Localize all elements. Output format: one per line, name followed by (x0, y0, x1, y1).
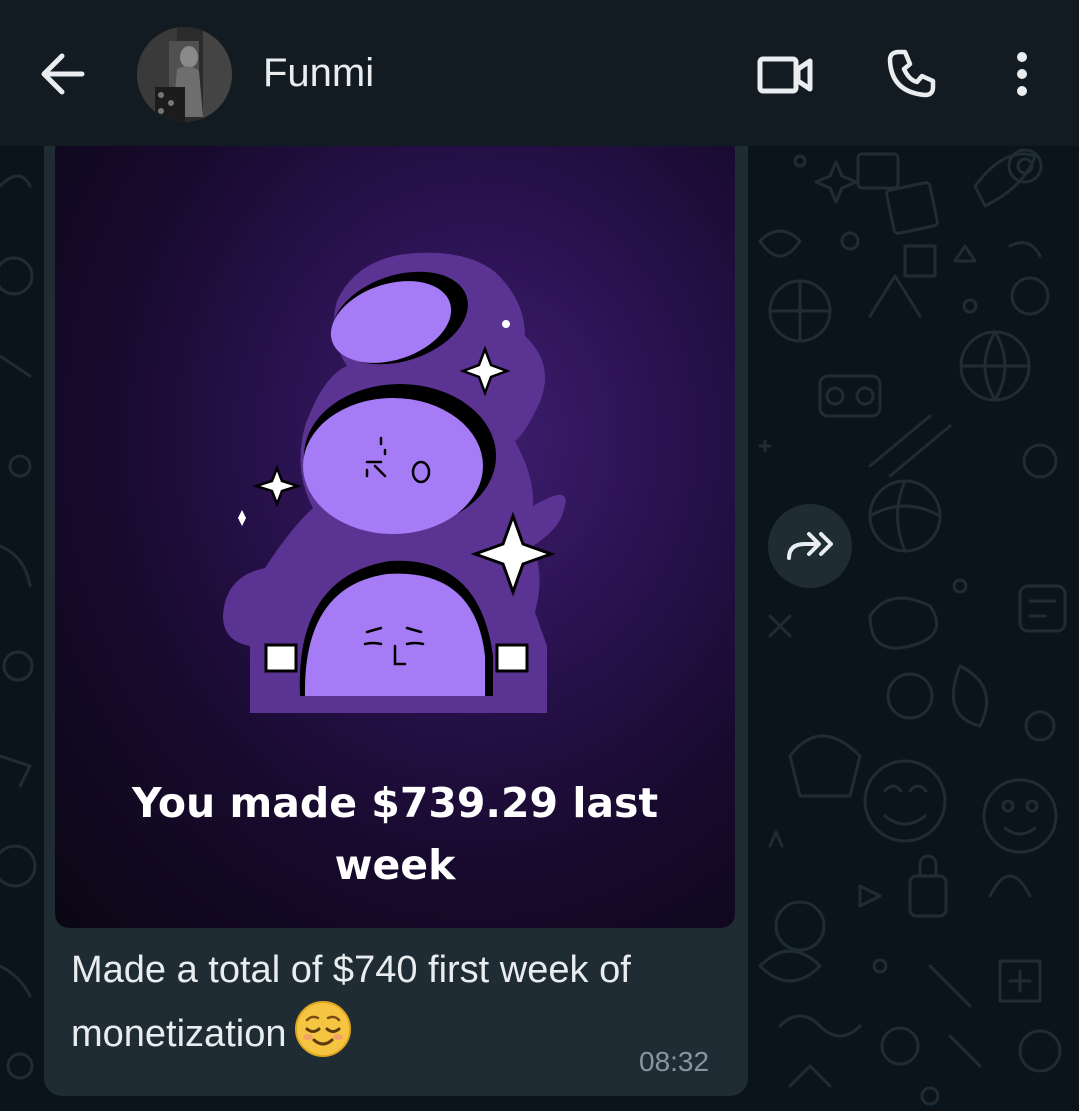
phone-icon (887, 49, 936, 98)
message-bubble[interactable]: You made $739.29 last week Made a total … (44, 146, 748, 1096)
chat-header: Funmi (0, 0, 1079, 146)
contact-name[interactable]: Funmi (263, 48, 374, 98)
video-call-button[interactable] (750, 45, 822, 105)
profile-photo (137, 27, 232, 122)
back-button[interactable] (34, 44, 90, 104)
smiling-face-relieved-icon (294, 1000, 352, 1076)
message-timestamp: 08:32 (639, 1046, 710, 1077)
more-options-button[interactable] (1000, 42, 1044, 106)
arrow-left-icon (41, 53, 85, 95)
chat-screen: Funmi You made $739.29 last week Made a … (0, 0, 1079, 1111)
message-text: Made a total of $740 first week of monet… (71, 940, 721, 1076)
message-image[interactable]: You made $739.29 last week (55, 146, 735, 928)
more-vertical-icon (1017, 52, 1027, 96)
image-caption-line-2: week (334, 841, 456, 889)
image-caption-line-1: You made $739.29 last (131, 779, 659, 827)
image-caption: You made $739.29 last week (55, 772, 735, 896)
forward-button[interactable] (768, 504, 852, 588)
avatar[interactable] (137, 27, 232, 122)
chat-area[interactable]: You made $739.29 last week Made a total … (0, 146, 1079, 1111)
video-call-icon (757, 56, 813, 94)
forward-arrow-icon (787, 532, 833, 560)
voice-call-button[interactable] (876, 42, 946, 106)
